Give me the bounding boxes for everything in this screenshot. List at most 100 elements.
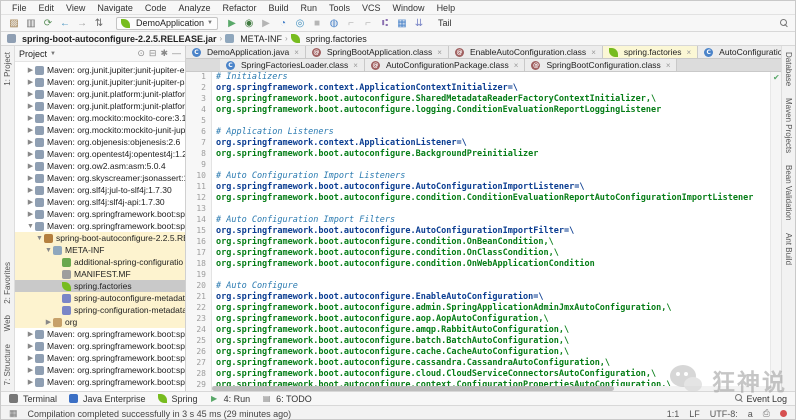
menu-analyze[interactable]: Analyze (172, 3, 216, 13)
stripe-button-web[interactable]: Web (3, 315, 12, 331)
tab-close-icon[interactable]: × (666, 61, 671, 70)
toolwindow-button-4-run[interactable]: 4: Run (210, 394, 251, 404)
tree-expand-arrow[interactable]: ▶ (26, 186, 35, 194)
sort-icon[interactable]: ⇅ (92, 16, 106, 31)
editor-tab[interactable]: DemoApplication.java× (186, 46, 306, 58)
editor-code[interactable]: # Initializersorg.springframework.contex… (212, 72, 770, 391)
profiler-button[interactable]: ◔ (276, 16, 290, 31)
editor-tab[interactable]: SpringFactoriesLoader.class× (220, 59, 365, 71)
toolwindow-button-terminal[interactable]: Terminal (9, 394, 57, 404)
tab-close-icon[interactable]: × (514, 61, 519, 70)
tree-item[interactable]: ▶Maven: org.mockito:mockito-junit-jupite… (15, 124, 185, 136)
tree-expand-arrow[interactable]: ▶ (44, 318, 53, 326)
toolwindow-toggle-icon[interactable]: ▦ (9, 408, 18, 419)
tree-item[interactable]: ▶Maven: org.junit.platform:junit-platfor… (15, 100, 185, 112)
file-encoding[interactable]: UTF-8: (710, 409, 738, 419)
tree-item[interactable]: ▶Maven: org.junit.jupiter:junit-jupiter-… (15, 64, 185, 76)
notification-dot-icon[interactable] (780, 410, 787, 417)
menu-tools[interactable]: Tools (323, 3, 356, 13)
tree-expand-arrow[interactable]: ▶ (26, 138, 35, 146)
sync-icon[interactable]: ⟳ (41, 16, 55, 31)
breadcrumb-item[interactable]: META-INF (225, 34, 282, 44)
open-folder-icon[interactable]: ▨ (7, 16, 21, 31)
debug-button[interactable]: ◉ (242, 16, 256, 31)
project-panel-title[interactable]: Project (19, 49, 47, 59)
tree-item[interactable]: ▶Maven: org.springframework.boot:spring (15, 364, 185, 376)
hide-panel-icon[interactable]: — (172, 48, 181, 59)
step-into-icon[interactable]: ⌐ (361, 16, 375, 31)
menu-window[interactable]: Window (387, 3, 431, 13)
tree-expand-arrow[interactable]: ▶ (26, 126, 35, 134)
tree-item[interactable]: ▶Maven: org.springframework.boot:spring (15, 352, 185, 364)
toolwindow-button-6-todo[interactable]: 6: TODO (262, 394, 312, 404)
vcs-update-icon[interactable]: ⇊ (412, 16, 426, 31)
editor-tab[interactable]: AutoConfigurationImportSelector.class× (698, 46, 781, 58)
tree-item[interactable]: ▶Maven: org.springframework.boot:spring (15, 340, 185, 352)
tree-expand-arrow[interactable]: ▶ (26, 150, 35, 158)
menu-vcs[interactable]: VCS (356, 3, 387, 13)
event-log-button[interactable]: Event Log (735, 394, 787, 404)
search-everywhere-icon[interactable] (780, 19, 789, 28)
run-coverage-button[interactable]: ▶ (259, 16, 273, 31)
tree-collapse-arrow[interactable]: ▼ (44, 247, 53, 254)
tab-close-icon[interactable]: × (353, 61, 358, 70)
tab-close-icon[interactable]: × (294, 48, 299, 57)
stripe-button-ant-build[interactable]: Ant Build (784, 233, 793, 265)
tree-item[interactable]: ▶Maven: org.slf4j:slf4j-api:1.7.30 (15, 196, 185, 208)
locate-file-icon[interactable]: ⊙ (137, 48, 145, 59)
tail-label[interactable]: Tail (438, 18, 452, 28)
back-icon[interactable]: ← (58, 16, 72, 31)
tree-expand-arrow[interactable]: ▶ (26, 66, 35, 74)
step-over-icon[interactable]: ⌐ (344, 16, 358, 31)
toolwindow-button-java-enterprise[interactable]: Java Enterprise (69, 394, 146, 404)
tree-item[interactable]: ▶Maven: org.springframework.boot:spring (15, 328, 185, 340)
tree-item[interactable]: ▶Maven: org.mockito:mockito-core:3.1.0 (15, 112, 185, 124)
editor-vertical-scrollbar[interactable]: ✔ (770, 72, 781, 391)
menu-view[interactable]: View (60, 3, 91, 13)
tree-item[interactable]: ▶Maven: org.junit.platform:junit-platfor… (15, 88, 185, 100)
tree-item[interactable]: ▼spring-boot-autoconfigure-2.2.5.RELE (15, 232, 185, 244)
menu-file[interactable]: File (6, 3, 33, 13)
editor-tab[interactable]: EnableAutoConfiguration.class× (449, 46, 603, 58)
tree-expand-arrow[interactable]: ▶ (26, 174, 35, 182)
tree-item[interactable]: ▶org (15, 316, 185, 328)
tree-expand-arrow[interactable]: ▶ (26, 330, 35, 338)
layout-icon[interactable]: ▦ (395, 16, 409, 31)
tree-item[interactable]: ▼Maven: org.springframework.boot:spring (15, 220, 185, 232)
tree-expand-arrow[interactable]: ▶ (26, 162, 35, 170)
tree-expand-arrow[interactable]: ▶ (26, 342, 35, 350)
tab-close-icon[interactable]: × (687, 48, 692, 57)
stripe-button-bean-validation[interactable]: Bean Validation (784, 165, 793, 220)
hector-inspections-icon[interactable]: ⎙ (763, 408, 770, 419)
tree-item[interactable]: ▼META-INF (15, 244, 185, 256)
tree-item[interactable]: ▶Maven: org.objenesis:objenesis:2.6 (15, 136, 185, 148)
tree-item[interactable]: ▶Maven: org.skyscreamer:jsonassert:1.5.0 (15, 172, 185, 184)
column-mode-badge[interactable]: a (748, 409, 753, 419)
editor-tab[interactable]: AutoConfigurationPackage.class× (365, 59, 526, 71)
tree-expand-arrow[interactable]: ▶ (26, 354, 35, 362)
toolwindow-button-spring[interactable]: Spring (158, 394, 198, 404)
breadcrumb-item[interactable]: spring-boot-autoconfigure-2.2.5.RELEASE.… (7, 34, 217, 44)
chevron-down-icon[interactable]: ▼ (50, 51, 56, 57)
tree-expand-arrow[interactable]: ▶ (26, 210, 35, 218)
tree-item[interactable]: spring.factories (15, 280, 185, 292)
menu-build[interactable]: Build (262, 3, 294, 13)
menu-help[interactable]: Help (431, 3, 462, 13)
tree-item[interactable]: additional-spring-configuratio (15, 256, 185, 268)
editor-tab[interactable]: SpringBootApplication.class× (306, 46, 449, 58)
tree-item[interactable]: MANIFEST.MF (15, 268, 185, 280)
editor-horizontal-scrollbar[interactable] (212, 386, 770, 391)
tree-item[interactable]: ▶Maven: org.ow2.asm:asm:5.0.4 (15, 160, 185, 172)
editor-tab[interactable]: SpringBootConfiguration.class× (525, 59, 677, 71)
tree-collapse-arrow[interactable]: ▼ (26, 223, 35, 230)
menu-edit[interactable]: Edit (33, 3, 61, 13)
breadcrumb-item[interactable]: spring.factories (291, 34, 367, 44)
tree-expand-arrow[interactable]: ▶ (26, 78, 35, 86)
editor[interactable]: 1234567891011121314151617181920212223242… (186, 72, 781, 391)
tree-expand-arrow[interactable]: ▶ (26, 102, 35, 110)
settings-gear-icon[interactable]: ✱ (160, 48, 168, 59)
line-separator[interactable]: LF (689, 409, 700, 419)
stripe-button-database[interactable]: Database (784, 52, 793, 86)
run-configuration-select[interactable]: DemoApplication ▼ (116, 17, 218, 30)
tree-expand-arrow[interactable]: ▶ (26, 198, 35, 206)
